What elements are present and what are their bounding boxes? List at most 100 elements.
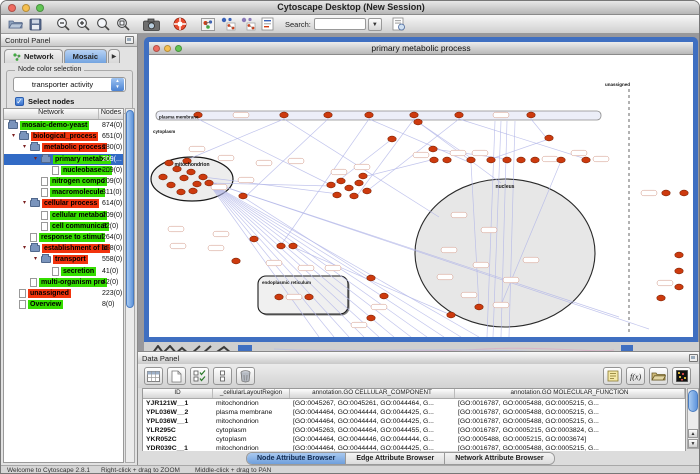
expand-arrow-icon[interactable]: ▾ [12,133,19,140]
tree-scrollbar-thumb[interactable] [126,110,134,308]
tree-row-label[interactable]: mosaic-demo-yeast [20,121,89,130]
network-node[interactable] [337,178,345,184]
tree-row-label[interactable]: transport [53,255,88,264]
tree-row-label[interactable]: Overview [28,300,63,309]
new-attribute-icon[interactable] [167,367,186,385]
table-scrollbar[interactable]: ▲ ▼ [687,388,699,449]
tree-row[interactable]: ▾cellular process614(0) [4,198,123,209]
network-node[interactable] [675,284,683,290]
tree-row-label[interactable]: cell communicat [50,222,109,231]
table-row[interactable]: YLR295Ccytoplasm[GO:0045263, GO:0044464,… [143,426,685,435]
network-node[interactable] [324,112,332,118]
network-node[interactable] [467,157,475,163]
table-cell[interactable]: YPL036W__2 [143,409,213,416]
tree-row[interactable]: nucleobase-...209(0) [4,165,123,176]
tree-row[interactable]: nitrogen compo209(0) [4,176,123,187]
table-cell[interactable]: [GO:0044464, GO:0044444, GO:0044425, G..… [290,409,455,416]
tree-row[interactable]: cell communicat22(0) [4,221,123,232]
network-edge[interactable] [184,119,284,161]
tree-row[interactable]: ▾primary metabol209(... [4,154,123,165]
network-node[interactable] [180,175,188,181]
column-header-cellular-component[interactable]: annotation.GO CELLULAR_COMPONENT [290,389,455,398]
tree-row[interactable]: ▾transport558(0) [4,254,123,265]
network-node[interactable] [345,185,353,191]
network-node[interactable] [675,252,683,258]
tree-row[interactable]: Overview8(0) [4,299,123,310]
tree-row[interactable]: unassigned223(0) [4,288,123,299]
tree-row[interactable]: multi-organism pro42(0) [4,277,123,288]
network-node[interactable] [189,188,197,194]
tree-row[interactable]: mosaic-demo-yeast874(0) [4,120,123,131]
network-edge[interactable] [356,119,414,197]
network-node[interactable] [443,157,451,163]
table-cell[interactable]: plasma membrane [213,409,290,416]
network-node[interactable] [380,293,388,299]
tree-row-label[interactable]: response to stimul [39,233,105,242]
network-node[interactable] [680,190,688,196]
tree-row-label[interactable]: nitrogen compo [50,177,107,186]
zoom-out-icon[interactable] [55,16,72,32]
table-cell[interactable]: [GO:0044464, GO:0044444, GO:0044425, G..… [290,418,455,425]
table-cell[interactable]: YLR295C [143,427,213,434]
network-node[interactable] [355,180,363,186]
select-attributes-icon[interactable] [190,367,209,385]
table-row[interactable]: YPL036W__1mitochondrion[GO:0044464, GO:0… [143,417,685,426]
expand-arrow-icon[interactable]: ▾ [23,144,30,151]
scroll-down-icon[interactable]: ▼ [688,439,698,448]
table-cell[interactable]: YPL036W__1 [143,418,213,425]
tree-row[interactable]: response to stimul264(0) [4,232,123,243]
tree-row[interactable]: cellular metabol209(0) [4,210,123,221]
attribute-notes-icon[interactable] [603,367,622,385]
tree-row-label[interactable]: metabolic process [42,143,107,152]
tree-row-label[interactable]: cellular metabol [50,211,107,220]
tab-mosaic[interactable]: Mosaic [64,49,107,63]
network-node[interactable] [350,193,358,199]
table-row[interactable]: YJR121W__1mitochondrion[GO:0045267, GO:0… [143,399,685,408]
table-row[interactable]: YPL036W__2plasma membrane[GO:0044464, GO… [143,408,685,417]
expand-arrow-icon[interactable]: ▾ [34,156,41,163]
network-node[interactable] [250,236,258,242]
float-panel-icon[interactable] [125,36,134,44]
network-node[interactable] [430,157,438,163]
tab-network[interactable]: Network [4,49,63,63]
network-node[interactable] [429,146,437,152]
network-node[interactable] [410,112,418,118]
table-cell[interactable]: mitochondrion [213,418,290,425]
tree-column-network[interactable]: Network [4,109,99,119]
network-node[interactable] [277,243,285,249]
table-cell[interactable]: [GO:0016787, GO:0005488, GO:0005215, G..… [455,409,685,416]
network-node[interactable] [447,312,455,318]
tree-row[interactable]: ▾establishment of lo558(0) [4,243,123,254]
image-icon[interactable] [199,16,216,32]
network-node[interactable] [165,160,173,166]
network-node[interactable] [327,182,335,188]
save-icon[interactable] [27,16,44,32]
network-node[interactable] [503,157,511,163]
network-node[interactable] [527,112,535,118]
delete-attribute-icon[interactable] [236,367,255,385]
table-cell[interactable]: [GO:0016787, GO:0005488, GO:0005215, G..… [455,400,685,407]
tree-row-label[interactable]: macromolecule [50,188,105,197]
scroll-up-icon[interactable]: ▲ [688,429,698,438]
table-cell[interactable]: mitochondrion [213,400,290,407]
snapshot-icon[interactable] [143,16,160,32]
tree-row-label[interactable]: cellular process [42,199,99,208]
column-header-id[interactable]: ID [143,389,213,398]
zoom-selected-icon[interactable] [95,16,112,32]
table-cell[interactable]: [GO:0044464, GO:0044446, GO:0044444, G..… [290,436,455,443]
import-icon[interactable] [390,16,407,32]
tree-scrollbar[interactable] [125,108,135,463]
table-cell[interactable]: [GO:0016787, GO:0005215, GO:0003824, G..… [455,427,685,434]
expand-arrow-icon[interactable]: ▾ [34,256,41,263]
tree-row-label[interactable]: establishment of lo [42,244,110,253]
function-builder-icon[interactable]: f(x) [626,367,645,385]
network-node[interactable] [367,275,375,281]
unselect-attributes-icon[interactable] [213,367,232,385]
network-node[interactable] [675,268,683,274]
network-node[interactable] [365,112,373,118]
tree-row-label[interactable]: unassigned [28,289,71,298]
table-cell[interactable]: YKR052C [143,436,213,443]
network-node[interactable] [275,294,283,300]
network-node[interactable] [657,295,665,301]
network-node[interactable] [517,157,525,163]
